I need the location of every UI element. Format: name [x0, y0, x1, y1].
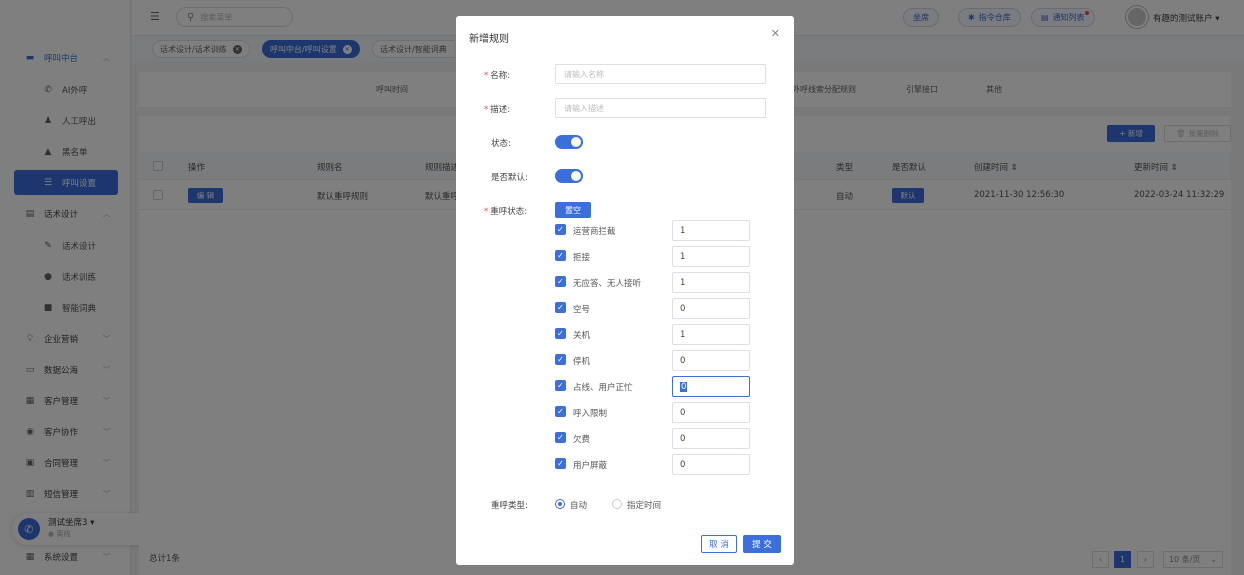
retry-count-input[interactable]: 1	[672, 272, 750, 293]
status-checkbox[interactable]: ✓	[555, 302, 566, 313]
status-checkbox-label: 运营商拦截	[573, 227, 616, 237]
status-checkbox[interactable]: ✓	[555, 276, 566, 287]
default-switch[interactable]	[555, 169, 583, 183]
retry-count-input[interactable]: 1	[672, 246, 750, 267]
add-rule-dialog: 新增规则 ✕ * 名称: 请输入名称 * 描述: 请输入描述 状态: 是否默认: *…	[456, 16, 794, 565]
dialog-title: 新增规则	[469, 34, 509, 45]
desc-label: * 描述:	[484, 105, 511, 115]
status-checkbox-label: 占线、用户正忙	[573, 383, 633, 393]
radio-auto-label: 自动	[570, 501, 588, 511]
status-checkbox[interactable]: ✓	[555, 224, 566, 235]
status-checkbox[interactable]: ✓	[555, 432, 566, 443]
status-checkbox-label: 无应答、无人接听	[573, 279, 642, 289]
cancel-button[interactable]: 取 消	[701, 535, 737, 553]
status-checkbox[interactable]: ✓	[555, 406, 566, 417]
clear-button[interactable]: 置空	[555, 202, 591, 218]
status-checkbox-label: 欠费	[573, 435, 591, 445]
submit-button[interactable]: 提 交	[743, 535, 781, 553]
status-checkbox-label: 停机	[573, 357, 591, 367]
status-switch[interactable]	[555, 135, 583, 149]
status-checkbox-label: 空号	[573, 305, 591, 315]
retry-count-input[interactable]: 0	[672, 298, 750, 319]
desc-input[interactable]: 请输入描述	[555, 98, 766, 118]
retry-count-input[interactable]: 0	[672, 454, 750, 475]
retry-count-input[interactable]: 0	[672, 428, 750, 449]
radio-specified-time-label: 指定时间	[627, 501, 662, 511]
recall-status-label: * 重呼状态:	[484, 207, 528, 217]
status-label: 状态:	[491, 139, 511, 149]
radio-specified-time[interactable]	[612, 499, 622, 509]
retry-count-input[interactable]: 0	[672, 402, 750, 423]
status-checkbox-label: 用户屏蔽	[573, 461, 608, 471]
retry-count-input[interactable]: 0	[672, 376, 750, 397]
name-input[interactable]: 请输入名称	[555, 64, 766, 84]
status-checkbox-label: 关机	[573, 331, 591, 341]
radio-auto[interactable]	[555, 499, 565, 509]
default-label: 是否默认:	[491, 173, 528, 183]
retry-count-input[interactable]: 1	[672, 220, 750, 241]
retry-count-input[interactable]: 1	[672, 324, 750, 345]
status-checkbox-label: 拒接	[573, 253, 591, 263]
status-checkbox[interactable]: ✓	[555, 354, 566, 365]
status-checkbox[interactable]: ✓	[555, 380, 566, 391]
status-checkbox[interactable]: ✓	[555, 250, 566, 261]
status-checkbox[interactable]: ✓	[555, 458, 566, 469]
name-label: * 名称:	[484, 71, 511, 81]
retry-count-input[interactable]: 0	[672, 350, 750, 371]
status-checkbox-label: 呼入限制	[573, 409, 608, 419]
close-icon[interactable]: ✕	[771, 27, 780, 40]
status-checkbox[interactable]: ✓	[555, 328, 566, 339]
recall-type-label: 重呼类型:	[491, 501, 528, 511]
